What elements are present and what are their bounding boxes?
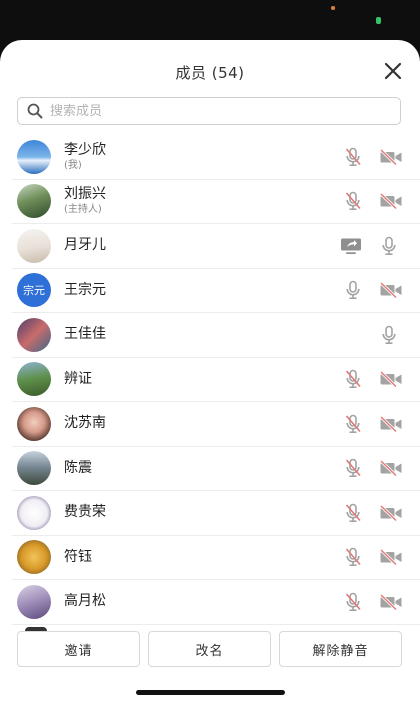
- member-name: 符钰: [64, 548, 92, 565]
- member-role: (我): [64, 159, 82, 171]
- avatar: [17, 540, 51, 575]
- avatar: [17, 184, 51, 219]
- member-row[interactable]: 李少欣 (我): [12, 135, 420, 180]
- member-names: 王宗元: [64, 282, 106, 299]
- mic-muted-icon[interactable]: [342, 592, 364, 612]
- member-status-icons: [342, 491, 404, 535]
- camera-off-icon[interactable]: [378, 460, 404, 477]
- camera-off-icon[interactable]: [378, 148, 404, 165]
- member-status-icons: [342, 358, 404, 402]
- search-input[interactable]: [48, 102, 372, 120]
- invite-button[interactable]: 邀请: [17, 631, 140, 667]
- search-icon: [27, 103, 43, 119]
- member-status-icons: [342, 402, 404, 446]
- camera-off-icon[interactable]: [378, 193, 404, 210]
- unmute-all-button[interactable]: 解除静音: [279, 631, 402, 667]
- member-names: 符钰: [64, 549, 92, 566]
- avatar: [17, 139, 51, 174]
- status-indicator-orange: [331, 6, 335, 10]
- member-row[interactable]: 辨证: [12, 358, 420, 402]
- sheet-header: 成员 (54): [0, 40, 420, 102]
- member-name: 沈苏南: [64, 415, 106, 432]
- camera-off-icon[interactable]: [378, 593, 404, 610]
- avatar: [17, 584, 51, 619]
- member-status-icons: [342, 536, 404, 580]
- member-name: 刘振兴: [64, 186, 106, 203]
- avatar: [17, 362, 51, 397]
- status-indicator-green: [376, 17, 381, 24]
- member-list[interactable]: 李少欣 (我) 刘振兴 (主持人) 月牙儿宗元 王宗元王佳佳辨证沈苏南陈震费贵荣符钰高月松: [0, 135, 420, 625]
- mic-muted-icon[interactable]: [342, 547, 364, 567]
- member-names: 辨证: [64, 371, 92, 388]
- mic-muted-icon[interactable]: [342, 458, 364, 478]
- member-row[interactable]: 王佳佳: [12, 313, 420, 358]
- camera-off-icon[interactable]: [378, 549, 404, 566]
- member-names: 刘振兴 (主持人): [64, 186, 106, 216]
- avatar: 宗元: [17, 273, 51, 308]
- member-row[interactable]: 沈苏南: [12, 402, 420, 447]
- avatar: [17, 228, 51, 263]
- members-sheet: 成员 (54) 李少欣(我) 刘振兴(主持人) 月牙儿宗元 王宗元王佳佳辨证沈苏南陈震…: [0, 40, 420, 703]
- member-names: 陈震: [64, 460, 92, 477]
- page-title: 成员 (54): [175, 64, 245, 82]
- camera-off-icon[interactable]: [378, 504, 404, 521]
- member-name: 王宗元: [64, 281, 106, 298]
- avatar: [17, 406, 51, 441]
- mic-icon[interactable]: [378, 236, 400, 256]
- avatar: [17, 451, 51, 486]
- member-row[interactable]: 月牙儿: [12, 224, 420, 269]
- member-row[interactable]: 高月松: [12, 580, 420, 625]
- member-status-icons: [342, 269, 404, 313]
- rename-button[interactable]: 改名: [148, 631, 271, 667]
- member-names: 月牙儿: [64, 237, 106, 254]
- mic-muted-icon[interactable]: [342, 147, 364, 167]
- screen: 成员 (54) 李少欣(我) 刘振兴(主持人) 月牙儿宗元 王宗元王佳佳辨证沈苏南陈震…: [0, 0, 420, 703]
- member-status-icons: [342, 180, 404, 224]
- avatar: [17, 495, 51, 530]
- search-box[interactable]: [17, 97, 401, 125]
- mic-muted-icon[interactable]: [342, 369, 364, 389]
- member-names: 费贵荣: [64, 504, 106, 521]
- member-name: 辨证: [64, 370, 92, 387]
- close-button[interactable]: [380, 58, 406, 84]
- camera-off-icon[interactable]: [378, 415, 404, 432]
- member-row[interactable]: 刘振兴 (主持人): [12, 180, 420, 224]
- member-status-icons: [378, 313, 404, 357]
- member-names: 李少欣 (我): [64, 142, 106, 172]
- member-name: 高月松: [64, 593, 106, 610]
- mic-muted-icon[interactable]: [342, 503, 364, 523]
- screen-share-icon[interactable]: [338, 237, 364, 255]
- member-names: 高月松: [64, 593, 106, 610]
- member-row[interactable]: 陈震: [12, 447, 420, 491]
- member-name: 李少欣: [64, 141, 106, 158]
- member-name: 费贵荣: [64, 504, 106, 521]
- member-status-icons: [342, 135, 404, 179]
- member-names: 王佳佳: [64, 326, 106, 343]
- member-status-icons: [342, 580, 404, 624]
- member-name: 月牙儿: [64, 237, 106, 254]
- close-icon: [384, 62, 402, 80]
- member-row[interactable]: 费贵荣: [12, 491, 420, 536]
- camera-off-icon[interactable]: [378, 371, 404, 388]
- mic-muted-icon[interactable]: [342, 414, 364, 434]
- member-names: 沈苏南: [64, 415, 106, 432]
- member-role: (主持人): [64, 204, 102, 216]
- member-row[interactable]: 符钰: [12, 536, 420, 580]
- member-row[interactable]: 宗元 王宗元: [12, 269, 420, 313]
- member-name: 王佳佳: [64, 326, 106, 343]
- camera-off-icon[interactable]: [378, 282, 404, 299]
- member-name: 陈震: [64, 459, 92, 476]
- member-status-icons: [338, 224, 404, 268]
- member-status-icons: [342, 447, 404, 491]
- mic-muted-icon[interactable]: [342, 191, 364, 211]
- home-indicator[interactable]: [136, 690, 285, 695]
- mic-icon[interactable]: [342, 280, 364, 300]
- mic-icon[interactable]: [378, 325, 400, 345]
- avatar-text: 宗元: [23, 284, 45, 298]
- avatar: [17, 317, 51, 352]
